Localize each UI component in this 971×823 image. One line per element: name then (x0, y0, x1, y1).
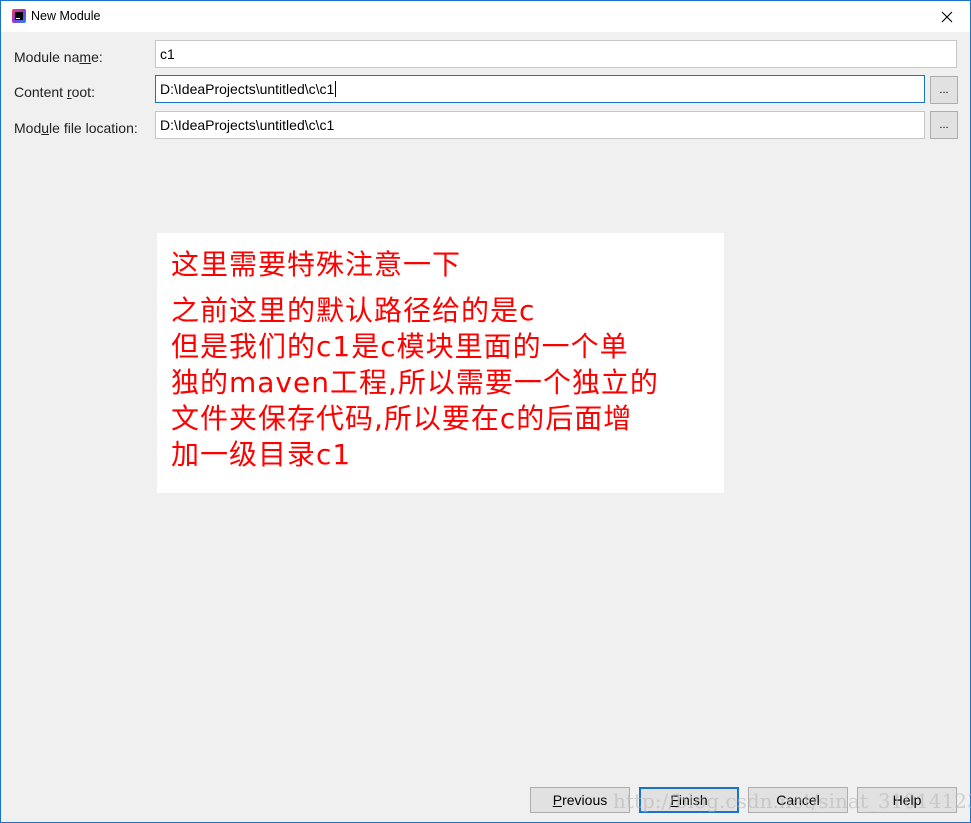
annotation-line: 加一级目录c1 (171, 438, 352, 471)
content-root-browse-button[interactable]: ... (930, 76, 958, 104)
content-root-input[interactable]: D:\IdeaProjects\untitled\c\c1 (155, 75, 925, 103)
module-name-row: Module name: c1 (1, 40, 970, 70)
text-caret (335, 81, 337, 97)
module-file-location-input[interactable]: D:\IdeaProjects\untitled\c\c1 (155, 111, 925, 139)
annotation-line: 之前这里的默认路径给的是c (171, 294, 536, 327)
close-button[interactable] (924, 1, 970, 32)
cancel-button[interactable]: Cancel (748, 787, 848, 813)
content-root-label: Content root: (14, 84, 95, 100)
new-module-dialog: New Module Module name: c1 Content root:… (0, 0, 971, 823)
finish-button[interactable]: Finish (639, 787, 739, 813)
module-file-location-label: Module file location: (14, 120, 138, 136)
module-name-input[interactable]: c1 (155, 40, 957, 68)
help-button[interactable]: Help (857, 787, 957, 813)
annotation-line: 文件夹保存代码,所以要在c的后面增 (171, 402, 633, 435)
window-title: New Module (31, 9, 101, 23)
annotation-line: 独的maven工程,所以需要一个独立的 (171, 366, 659, 399)
module-file-location-browse-button[interactable]: ... (930, 111, 958, 139)
previous-button[interactable]: Previous (530, 787, 630, 813)
module-file-location-row: Module file location: D:\IdeaProjects\un… (1, 110, 970, 140)
module-name-label: Module name: (14, 49, 103, 65)
annotation-line: 这里需要特殊注意一下 (171, 248, 462, 281)
title-bar: New Module (1, 1, 970, 32)
content-root-row: Content root: D:\IdeaProjects\untitled\c… (1, 75, 970, 105)
annotation-note: 这里需要特殊注意一下 之前这里的默认路径给的是c 但是我们的c1是c模块里面的一… (157, 233, 724, 493)
intellij-idea-icon (12, 9, 26, 23)
close-icon (941, 11, 953, 22)
annotation-line: 但是我们的c1是c模块里面的一个单 (171, 330, 629, 363)
